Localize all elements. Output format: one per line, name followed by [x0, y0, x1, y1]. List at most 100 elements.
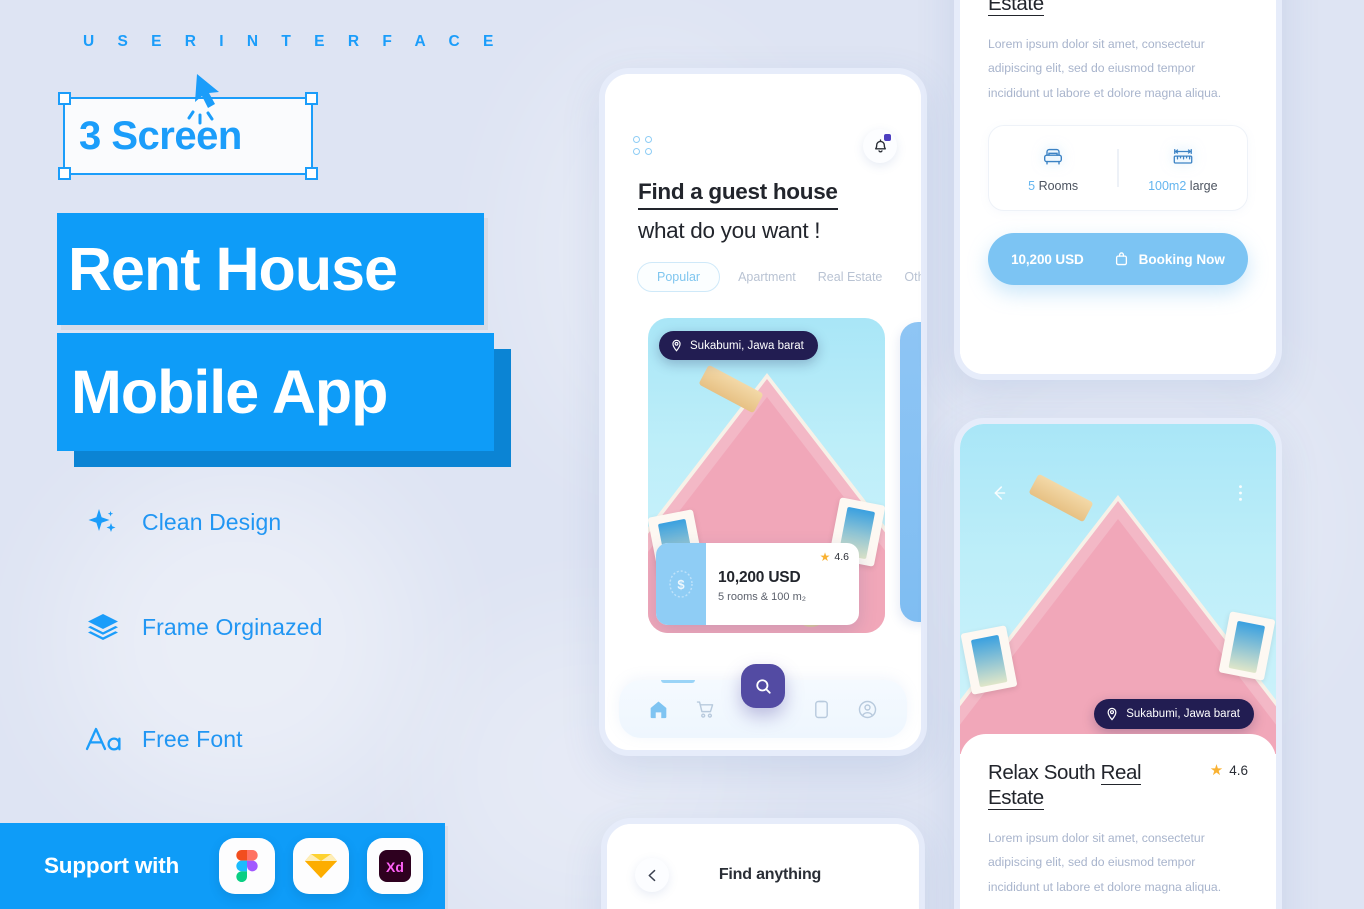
svg-text:$: $ [677, 577, 685, 592]
dots-vertical-icon[interactable] [1230, 480, 1250, 506]
tab-apartment[interactable]: Apartment [734, 263, 800, 291]
detail-photo-screen: Sukabumi, Jawa barat Relax South Real Es… [960, 424, 1276, 909]
feature-label: Frame Orginazed [142, 613, 323, 640]
adobe-xd-icon[interactable]: Xd [367, 838, 424, 894]
detail-title-part-2: Real Estate [988, 0, 1142, 16]
spec-rooms-label: 5 Rooms [1028, 179, 1078, 193]
nav-home-icon[interactable] [648, 699, 669, 720]
selection-handle-top-left[interactable] [58, 92, 71, 105]
detail-description: Lorem ipsum dolor sit amet, consectetur … [988, 37, 1222, 100]
booking-action-label: Booking Now [1138, 251, 1225, 267]
nav-active-indicator [661, 680, 695, 683]
detail-title-row: Relax South Real Estate ★ 4.6 [988, 0, 1248, 16]
detail-rating-2-value: 4.6 [1229, 763, 1248, 778]
phone-detail-photo-screen: Sukabumi, Jawa barat Relax South Real Es… [954, 418, 1282, 909]
detail-title-row-2: Relax South Real Estate ★ 4.6 [988, 760, 1248, 810]
home-heading-line-2: what do you want ! [638, 218, 821, 244]
headline-line-1: Rent House [57, 213, 484, 325]
detail-description-2: Lorem ipsum dolor sit amet, consectetur … [988, 831, 1222, 894]
detail-sheet: Relax South Real Estate ★ 4.6 Lorem ipsu… [960, 0, 1276, 374]
home-screen: Find a guest house what do you want ! Po… [605, 74, 921, 750]
price-amount: 10,200 USD [718, 569, 801, 586]
spec-area: 100m2 large [1119, 144, 1247, 193]
grid-dots-icon[interactable] [633, 136, 653, 156]
star-icon: ★ [819, 550, 831, 564]
spec-area-unit: large [1186, 178, 1218, 193]
bell-icon[interactable] [863, 129, 897, 163]
arrow-left-icon[interactable] [635, 858, 669, 892]
tab-real-estate[interactable]: Real Estate [814, 263, 887, 291]
dollar-coin-icon: $ [656, 543, 706, 625]
spec-area-label: 100m2 large [1148, 179, 1218, 193]
layers-icon [84, 608, 122, 646]
headline-line-2-wrapper: Mobile App [57, 333, 511, 467]
booking-action: Booking Now [1114, 252, 1225, 267]
phone-search-screen: Find anything [601, 818, 925, 909]
detail-title-2-part-1: Relax South [988, 761, 1101, 784]
detail-hero-photo: Sukabumi, Jawa barat [960, 424, 1276, 754]
rating-value: 4.6 [834, 551, 849, 563]
left-info-panel: U S E R I N T E R F A C E 3 Screen Rent … [0, 0, 540, 909]
tab-other[interactable]: Other [900, 263, 921, 291]
home-heading: Find a guest house what do you want ! [638, 178, 898, 245]
map-pin-icon [1107, 707, 1117, 721]
feature-clean-design: Clean Design [84, 503, 281, 541]
figma-icon[interactable] [219, 838, 276, 894]
detail-specs: 5 Rooms 100m2 large [988, 125, 1248, 212]
screen-count-label: 3 Screen [79, 114, 242, 158]
price-meta: 5 rooms & 100 m₂ [718, 591, 807, 603]
booking-price: 10,200 USD [1011, 251, 1084, 267]
tab-popular[interactable]: Popular [637, 262, 721, 292]
detail-title-2: Relax South Real Estate [988, 760, 1183, 810]
price-card-body: ★ 4.6 10,200 USD 5 rooms & 100 m₂ [706, 543, 859, 625]
nav-profile-icon[interactable] [857, 699, 878, 720]
detail-title: Relax South Real Estate [988, 0, 1183, 16]
search-title: Find anything [718, 866, 822, 883]
ruler-icon [1170, 144, 1196, 170]
spec-rooms: 5 Rooms [989, 144, 1117, 193]
booking-button[interactable]: 10,200 USD Booking Now [988, 233, 1248, 286]
nav-cart-icon[interactable] [695, 699, 716, 720]
rating: ★ 4.6 [820, 551, 849, 563]
selection-handle-bottom-right[interactable] [305, 167, 318, 180]
location-badge: Sukabumi, Jawa barat [1094, 699, 1254, 729]
location-badge: Sukabumi, Jawa barat [659, 331, 818, 360]
detail-rating-2: ★ 4.6 [1210, 760, 1248, 778]
search-screen: Find anything [607, 824, 919, 909]
screen-count-badge: 3 Screen [58, 92, 318, 180]
category-tabs: Popular Apartment Real Estate Other [637, 262, 921, 292]
property-card[interactable]: Sukabumi, Jawa barat $ ★ 4.6 10,200 USD … [648, 318, 885, 633]
sparkle-icon [84, 503, 122, 541]
sketch-icon[interactable] [293, 838, 350, 894]
support-label: Support with [44, 853, 180, 878]
feature-frame-organized: Frame Orginazed [84, 608, 322, 646]
feature-free-font: Free Font [84, 720, 243, 758]
property-card-next[interactable] [900, 322, 921, 622]
search-icon [755, 678, 771, 694]
home-topbar [633, 129, 897, 163]
location-text: Sukabumi, Jawa barat [690, 339, 804, 352]
detail-screen: Relax South Real Estate ★ 4.6 Lorem ipsu… [960, 0, 1276, 374]
spec-rooms-unit: Rooms [1035, 178, 1079, 193]
support-bar: Support with Xd [0, 823, 445, 909]
search-header: Find anything [607, 854, 919, 896]
arrow-left-icon[interactable] [986, 480, 1012, 506]
star-icon: ★ [1209, 762, 1224, 779]
notification-dot [884, 134, 891, 141]
svg-text:Xd: Xd [386, 859, 404, 875]
phone-detail-screen: Relax South Real Estate ★ 4.6 Lorem ipsu… [954, 0, 1282, 380]
map-pin-icon [672, 339, 681, 352]
feature-label: Free Font [142, 725, 243, 752]
selection-handle-top-right[interactable] [305, 92, 318, 105]
eyebrow-label: U S E R I N T E R F A C E [83, 33, 503, 50]
home-heading-line-1: Find a guest house [638, 178, 838, 211]
detail-sheet-2: Relax South Real Estate ★ 4.6 Lorem ipsu… [960, 734, 1276, 909]
selection-handle-bottom-left[interactable] [58, 167, 71, 180]
bag-icon [1115, 252, 1127, 265]
font-icon [84, 720, 122, 758]
spec-area-value: 100m2 [1148, 178, 1187, 193]
price-card: $ ★ 4.6 10,200 USD 5 rooms & 100 m₂ [656, 543, 859, 625]
armchair-icon [1040, 144, 1066, 170]
nav-clipboard-icon[interactable] [812, 699, 831, 720]
search-fab-button[interactable] [741, 664, 785, 708]
